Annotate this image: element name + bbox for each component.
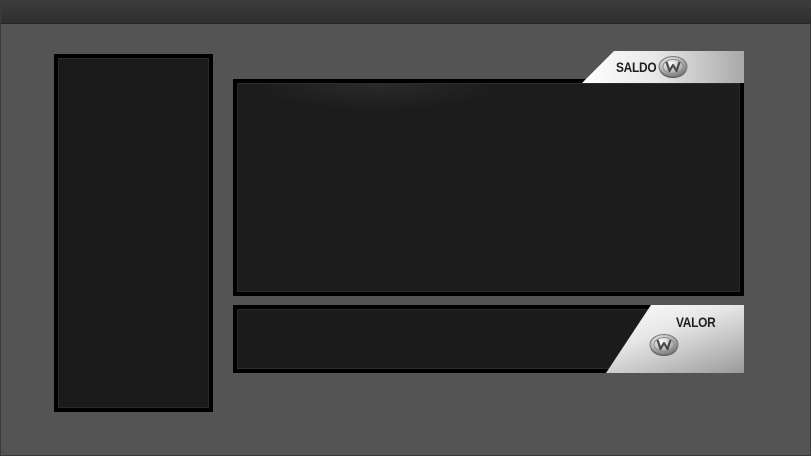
balance-label: SALDO bbox=[616, 59, 657, 75]
w-coin-icon bbox=[658, 55, 688, 83]
title-bar bbox=[1, 0, 811, 24]
amount-label: VALOR bbox=[676, 314, 716, 330]
w-coin-icon bbox=[649, 333, 679, 362]
amount-tab: VALOR bbox=[606, 305, 744, 373]
balance-tab: SALDO bbox=[582, 51, 744, 83]
main-display-panel bbox=[233, 79, 744, 296]
side-panel bbox=[54, 54, 213, 412]
game-window: SALDO VALOR bbox=[0, 0, 811, 456]
